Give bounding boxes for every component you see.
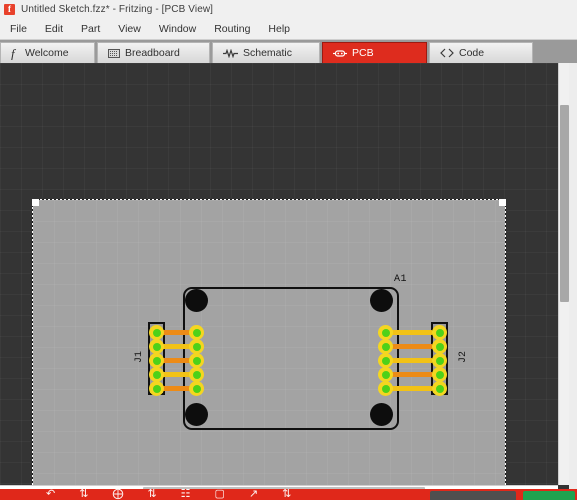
resize-handle-top-left[interactable] xyxy=(32,199,39,206)
menu-item-routing[interactable]: Routing xyxy=(206,21,258,37)
pad[interactable] xyxy=(432,325,447,340)
mounting-hole[interactable] xyxy=(370,289,393,312)
menu-item-window[interactable]: Window xyxy=(151,21,204,37)
trace-top[interactable] xyxy=(388,386,433,391)
fritzing-f-icon: f xyxy=(11,47,20,60)
right-panel-edge xyxy=(569,63,577,496)
tab-breadboard[interactable]: Breadboard xyxy=(97,42,210,63)
menu-item-file[interactable]: File xyxy=(2,21,35,37)
pcb-canvas[interactable]: A1 J1 J2 xyxy=(0,63,558,485)
tab-breadboard-label: Breadboard xyxy=(125,47,180,59)
pad[interactable] xyxy=(189,367,204,382)
pad[interactable] xyxy=(149,353,164,368)
trace-bottom[interactable] xyxy=(388,372,433,377)
pad[interactable] xyxy=(378,353,393,368)
bottom-toolbar-gray-button[interactable] xyxy=(430,491,516,500)
part-a1[interactable] xyxy=(183,287,399,430)
tab-code[interactable]: Code xyxy=(429,42,533,63)
pad[interactable] xyxy=(378,367,393,382)
rotate-icon[interactable]: ⇅ xyxy=(79,489,88,500)
angle-brackets-icon xyxy=(440,48,454,58)
menu-item-part[interactable]: Part xyxy=(73,21,108,37)
vertical-scrollbar-thumb[interactable] xyxy=(560,105,569,302)
view-tab-bar: f Welcome Breadboard Schematic PCB Code xyxy=(0,40,577,63)
pad[interactable] xyxy=(189,325,204,340)
pcb-chip-icon xyxy=(333,49,347,58)
resize-handle-top-right[interactable] xyxy=(499,199,506,206)
resistor-icon xyxy=(223,48,238,58)
pad[interactable] xyxy=(432,381,447,396)
mounting-hole[interactable] xyxy=(370,403,393,426)
pad[interactable] xyxy=(149,339,164,354)
autoroute-icon[interactable]: ⇅ xyxy=(282,489,291,500)
pad[interactable] xyxy=(432,339,447,354)
tab-schematic-label: Schematic xyxy=(243,47,293,59)
pad[interactable] xyxy=(149,367,164,382)
window-title: Untitled Sketch.fzz* - Fritzing - [PCB V… xyxy=(21,4,214,15)
pad[interactable] xyxy=(149,381,164,396)
tab-welcome-label: Welcome xyxy=(25,47,69,59)
menu-item-edit[interactable]: Edit xyxy=(37,21,71,37)
part-a1-label: A1 xyxy=(394,274,408,285)
undo-icon[interactable]: ↶ xyxy=(46,489,55,500)
tab-pcb[interactable]: PCB xyxy=(322,42,427,63)
mounting-hole[interactable] xyxy=(185,289,208,312)
share-icon[interactable]: ↗ xyxy=(249,489,258,500)
part-j2-label: J2 xyxy=(458,350,469,363)
menu-item-view[interactable]: View xyxy=(110,21,149,37)
pad[interactable] xyxy=(189,353,204,368)
menu-item-help[interactable]: Help xyxy=(260,21,298,37)
mounting-hole[interactable] xyxy=(185,403,208,426)
group-icon[interactable]: ⇅ xyxy=(147,489,156,500)
tab-pcb-label: PCB xyxy=(352,47,374,59)
note-icon[interactable]: ▢ xyxy=(215,489,225,500)
menu-bar: File Edit Part View Window Routing Help xyxy=(0,19,577,40)
pad[interactable] xyxy=(189,339,204,354)
trace-bottom[interactable] xyxy=(388,344,433,349)
pad[interactable] xyxy=(378,381,393,396)
tab-schematic[interactable]: Schematic xyxy=(212,42,320,63)
pad[interactable] xyxy=(432,353,447,368)
tab-code-label: Code xyxy=(459,47,485,59)
fritzing-window: f Untitled Sketch.fzz* - Fritzing - [PCB… xyxy=(0,0,577,500)
pad[interactable] xyxy=(378,339,393,354)
flip-icon[interactable]: ⨁ xyxy=(112,489,123,500)
bottom-toolbar-icons: ↶ ⇅ ⨁ ⇅ ☷ ▢ ↗ ⇅ xyxy=(46,489,291,500)
svg-text:f: f xyxy=(11,47,17,60)
breadboard-icon xyxy=(108,48,120,58)
title-bar: f Untitled Sketch.fzz* - Fritzing - [PCB… xyxy=(0,0,577,20)
align-icon[interactable]: ☷ xyxy=(181,489,191,500)
tab-welcome[interactable]: f Welcome xyxy=(0,42,95,63)
part-j1-label: J1 xyxy=(134,350,145,363)
trace-top[interactable] xyxy=(388,358,433,363)
fritzing-logo-icon: f xyxy=(4,4,15,15)
pad[interactable] xyxy=(378,325,393,340)
bottom-toolbar: ↶ ⇅ ⨁ ⇅ ☷ ▢ ↗ ⇅ xyxy=(0,489,577,500)
pad[interactable] xyxy=(432,367,447,382)
bottom-toolbar-green-button[interactable] xyxy=(523,491,575,500)
pad[interactable] xyxy=(189,381,204,396)
pad[interactable] xyxy=(149,325,164,340)
trace-top[interactable] xyxy=(388,330,433,335)
